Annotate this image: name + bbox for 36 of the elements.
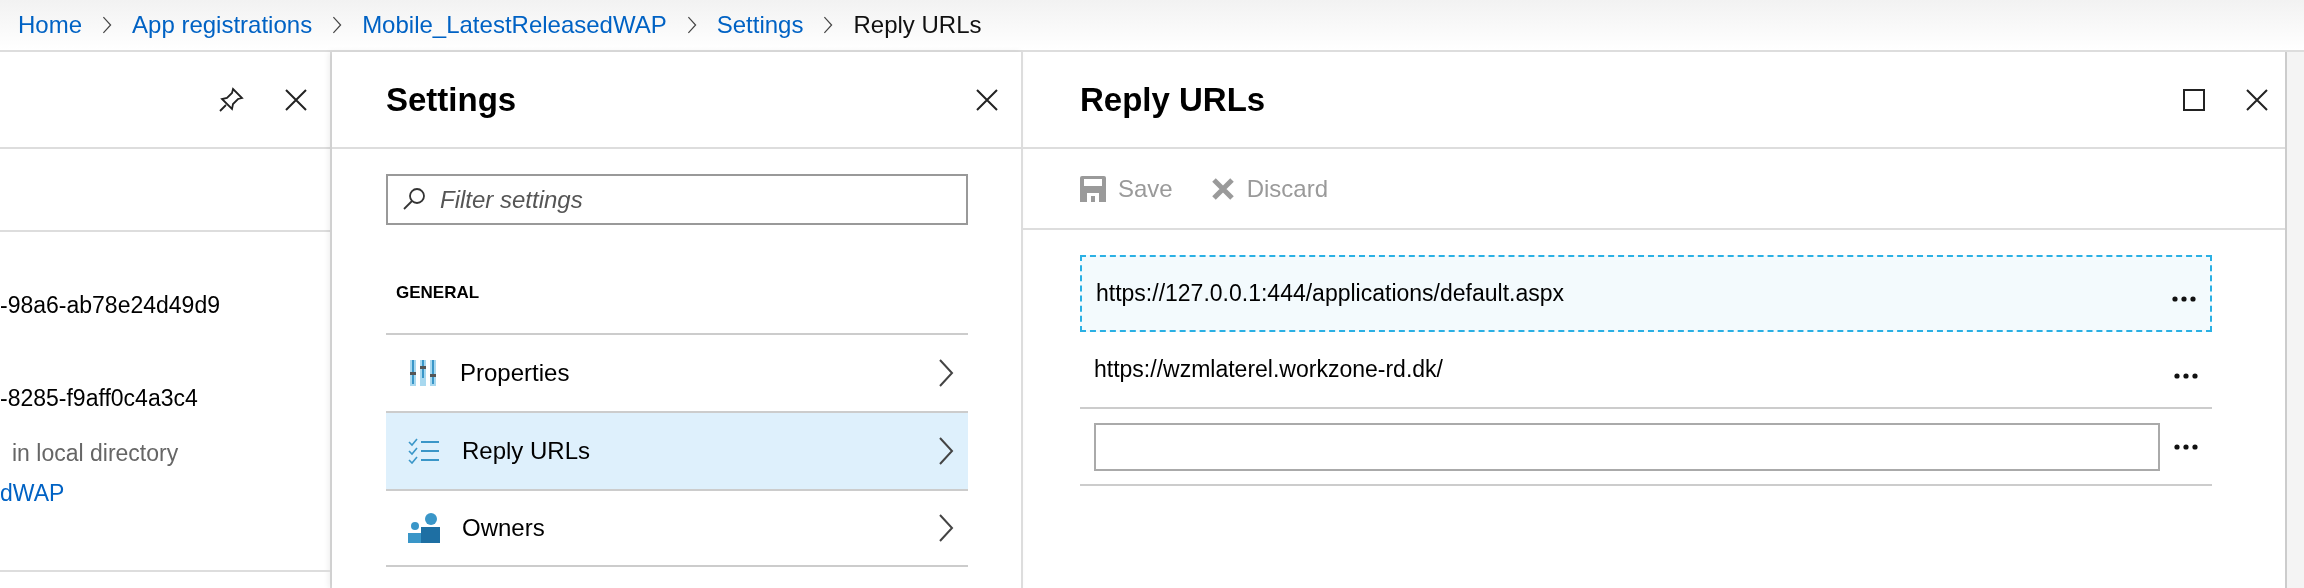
people-icon <box>408 513 440 543</box>
settings-menu-item[interactable]: Owners <box>386 489 968 567</box>
app-link[interactable]: dWAP <box>0 480 65 507</box>
checklist-icon <box>408 438 440 464</box>
discard-icon <box>1210 176 1235 201</box>
chevron-icon <box>938 513 954 543</box>
breadcrumb-link[interactable]: Settings <box>716 11 804 39</box>
detail-text: -98a6-ab78e24d49d9 <box>0 292 220 319</box>
detail-text: in local directory <box>12 440 179 467</box>
more-icon[interactable] <box>2172 296 2196 302</box>
close-icon[interactable] <box>2245 87 2269 112</box>
more-icon[interactable] <box>2174 373 2198 379</box>
breadcrumb-link[interactable]: Home <box>18 11 83 39</box>
url-row[interactable]: https://127.0.0.1:444/applications/default.aspx <box>1080 255 2212 332</box>
filter-field[interactable]: Filter settings <box>386 174 968 225</box>
breadcrumb-link[interactable]: Mobile_LatestReleasedWAP <box>362 11 667 39</box>
more-icon[interactable] <box>2174 443 2198 450</box>
breadcrumb-link[interactable]: App registrations <box>132 11 313 39</box>
blade-title: Settings <box>386 80 517 119</box>
chevron-icon <box>938 436 954 466</box>
pin-icon[interactable] <box>218 86 244 113</box>
sliders-icon <box>408 358 438 388</box>
close-icon[interactable] <box>975 87 999 112</box>
settings-menu-item[interactable]: Reply URLs <box>386 411 968 489</box>
search-icon <box>402 187 426 211</box>
url-input-field[interactable] <box>1094 422 2160 471</box>
save-icon <box>1080 175 1106 202</box>
close-icon[interactable] <box>284 87 308 112</box>
maximize-icon[interactable] <box>2183 88 2205 111</box>
detail-text: -8285-f9aff0c4a3c4 <box>0 385 198 412</box>
chevron-icon <box>938 358 954 388</box>
breadcrumb-link[interactable]: Reply URLs <box>853 11 982 39</box>
section-heading: GENERAL <box>396 283 481 304</box>
blade-title: Reply URLs <box>1080 80 1267 119</box>
url-text: https://127.0.0.1:444/applications/default.aspx <box>1096 280 1565 307</box>
url-text: https://wzmlaterel.workzone-rd.dk/ <box>1094 356 1444 383</box>
